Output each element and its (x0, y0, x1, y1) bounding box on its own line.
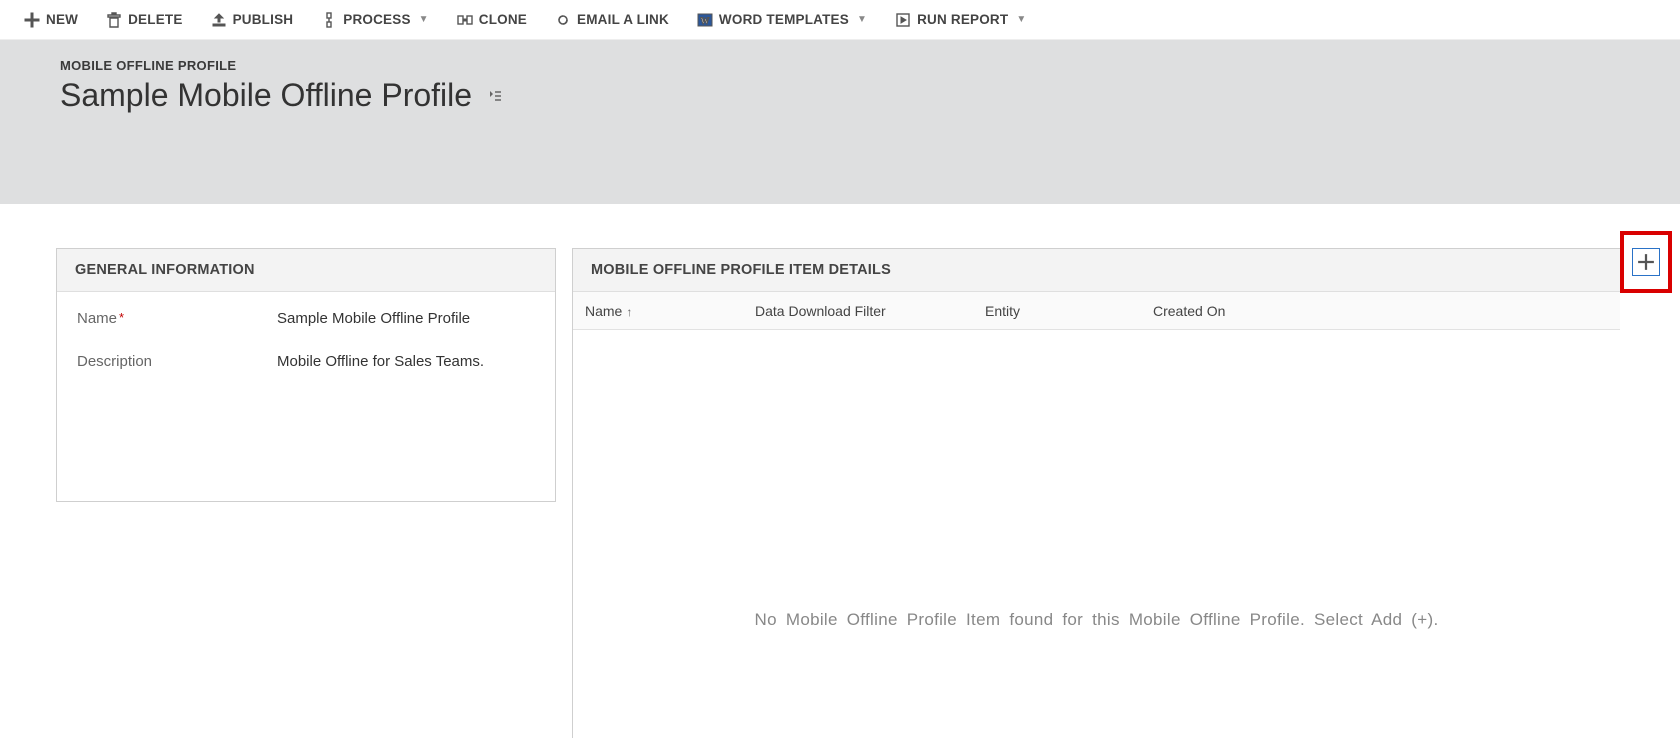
breadcrumb: MOBILE OFFLINE PROFILE (60, 58, 1620, 73)
column-data-download-filter[interactable]: Data Download Filter (743, 303, 973, 319)
column-filter-label: Data Download Filter (755, 303, 886, 319)
details-section-title-text: MOBILE OFFLINE PROFILE ITEM DETAILS (591, 262, 891, 278)
column-entity-label: Entity (985, 303, 1020, 319)
clone-icon (457, 12, 473, 28)
chevron-down-icon: ▼ (419, 14, 429, 25)
svg-text:W: W (700, 16, 709, 26)
form-selector[interactable] (486, 87, 504, 105)
sort-asc-icon: ↑ (626, 305, 632, 319)
word-icon: W (697, 12, 713, 28)
word-templates-label: WORD TEMPLATES (719, 12, 849, 27)
description-label: Description (77, 353, 277, 370)
clone-button[interactable]: CLONE (457, 12, 527, 28)
general-section-title: GENERAL INFORMATION (57, 249, 555, 292)
new-label: NEW (46, 12, 78, 27)
trash-icon (106, 12, 122, 28)
column-name[interactable]: Name ↑ (573, 303, 743, 319)
grid-empty-message: No Mobile Offline Profile Item found for… (573, 610, 1620, 630)
new-button[interactable]: NEW (24, 12, 78, 28)
name-label-text: Name (77, 310, 117, 327)
plus-icon (1637, 253, 1655, 271)
chevron-down-icon: ▼ (857, 14, 867, 25)
grid-header-row: Name ↑ Data Download Filter Entity Create… (573, 292, 1620, 330)
column-entity[interactable]: Entity (973, 303, 1141, 319)
chevron-down-icon: ▼ (1016, 14, 1026, 25)
required-indicator: * (119, 310, 124, 325)
link-icon (555, 12, 571, 28)
clone-label: CLONE (479, 12, 527, 27)
column-name-label: Name (585, 303, 622, 319)
column-created-on[interactable]: Created On (1141, 303, 1281, 319)
report-icon (895, 12, 911, 28)
publish-label: PUBLISH (233, 12, 294, 27)
general-information-section: GENERAL INFORMATION Name* Sample Mobile … (56, 248, 556, 502)
process-label: PROCESS (343, 12, 410, 27)
description-value[interactable]: Mobile Offline for Sales Teams. (277, 353, 484, 370)
record-header: MOBILE OFFLINE PROFILE Sample Mobile Off… (0, 40, 1680, 204)
delete-button[interactable]: DELETE (106, 12, 182, 28)
field-name: Name* Sample Mobile Offline Profile (77, 310, 535, 327)
add-item-button[interactable] (1620, 231, 1672, 293)
word-templates-button[interactable]: W WORD TEMPLATES ▼ (697, 12, 867, 28)
email-link-button[interactable]: EMAIL A LINK (555, 12, 669, 28)
email-link-label: EMAIL A LINK (577, 12, 669, 27)
publish-button[interactable]: PUBLISH (211, 12, 294, 28)
page-title: Sample Mobile Offline Profile (60, 77, 472, 114)
profile-item-details-section: MOBILE OFFLINE PROFILE ITEM DETAILS Name… (572, 248, 1620, 738)
column-created-label: Created On (1153, 303, 1225, 319)
process-icon (321, 12, 337, 28)
run-report-label: RUN REPORT (917, 12, 1008, 27)
field-description: Description Mobile Offline for Sales Tea… (77, 353, 535, 370)
publish-icon (211, 12, 227, 28)
process-button[interactable]: PROCESS ▼ (321, 12, 429, 28)
details-section-title: MOBILE OFFLINE PROFILE ITEM DETAILS (573, 249, 1620, 292)
name-value[interactable]: Sample Mobile Offline Profile (277, 310, 470, 327)
form-body: GENERAL INFORMATION Name* Sample Mobile … (36, 210, 1680, 712)
run-report-button[interactable]: RUN REPORT ▼ (895, 12, 1026, 28)
name-label: Name* (77, 310, 277, 327)
form-selector-icon (487, 88, 503, 104)
command-bar: NEW DELETE PUBLISH PROCESS ▼ CLONE EMAIL… (0, 0, 1680, 40)
delete-label: DELETE (128, 12, 182, 27)
plus-icon (24, 12, 40, 28)
